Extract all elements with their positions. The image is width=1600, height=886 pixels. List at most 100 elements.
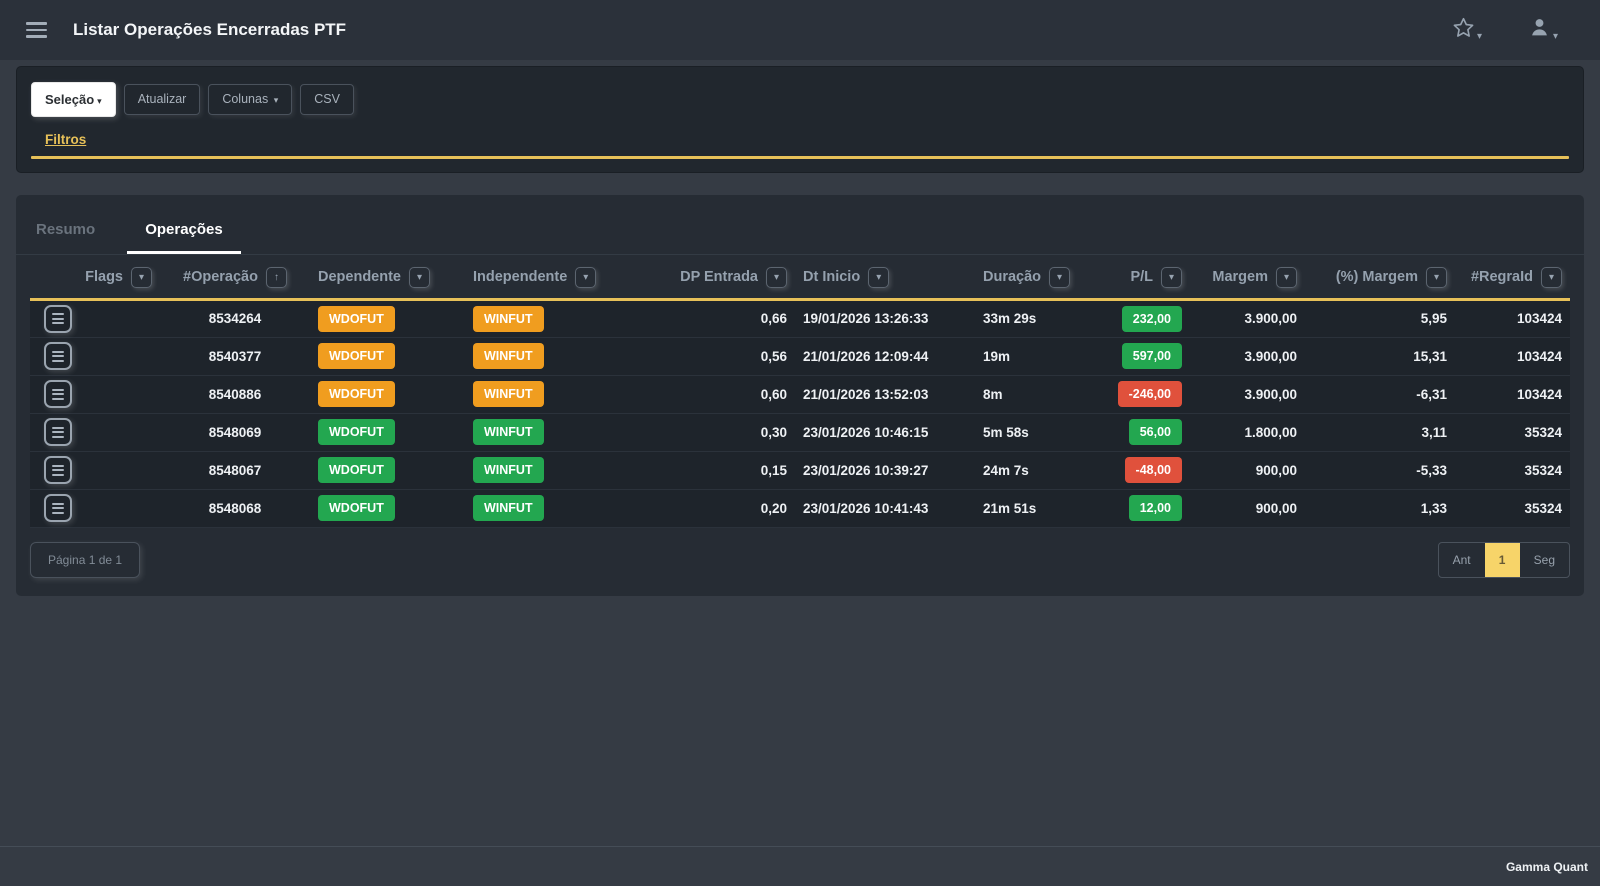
col-header-regraid: #RegraId [1470,269,1533,285]
favorites-dropdown[interactable]: ▾ [1452,16,1482,44]
pct_margem-cell: 1,33 [1305,489,1455,528]
dependente-badge: WDOFUT [318,419,395,445]
tab-resumo[interactable]: Resumo [34,215,97,254]
pct_margem-cell: 5,95 [1305,299,1455,338]
col-header-independente: Independente [473,269,568,285]
col-header-duracao: Duração [983,269,1042,285]
table-row: 8540886 WDOFUT WINFUT 0,60 21/01/2026 13:52:… [30,375,1570,414]
star-icon [1452,16,1475,44]
duracao-cell: 5m 58s [975,413,1090,452]
row-actions-button[interactable] [44,494,72,522]
operations-panel: Resumo Operações Flags ▾ #Operação ↑ Depende… [16,194,1584,596]
dp_entrada-cell: 0,66 [630,299,795,338]
top-navbar: Listar Operações Encerradas PTF ▾ ▾ [0,0,1600,60]
row-actions-button[interactable] [44,380,72,408]
atualizar-button[interactable]: Atualizar [123,84,201,115]
filter-dropdown-button-pl[interactable]: ▾ [1161,266,1182,288]
pct_margem-cell: -5,33 [1305,451,1455,490]
duracao-cell: 24m 7s [975,451,1090,490]
dependente-badge: WDOFUT [318,381,395,407]
operacao-cell: 8548067 [160,451,310,490]
pagination-prev-button[interactable]: Ant [1439,543,1485,577]
pagination-next-button[interactable]: Seg [1520,543,1569,577]
filtros-link[interactable]: Filtros [45,132,86,147]
pct_margem-cell: 3,11 [1305,413,1455,452]
regraid-cell: 103424 [1455,337,1570,376]
tab-operacoes[interactable]: Operações [127,215,241,254]
dp_entrada-cell: 0,60 [630,375,795,414]
filter-dropdown-button-dt_inicio[interactable]: ▾ [868,266,890,288]
dp_entrada-cell: 0,30 [630,413,795,452]
selecao-dropdown-button[interactable]: Seleção ▾ [31,82,116,117]
list-icon [52,350,64,353]
dependente-badge: WDOFUT [318,305,395,332]
filter-dropdown-button-duracao[interactable]: ▾ [1049,266,1071,288]
row-actions-button[interactable] [44,456,72,484]
col-header-dt_inicio: Dt Inicio [803,269,861,285]
pagination-page-1-button[interactable]: 1 [1484,542,1520,577]
independente-badge: WINFUT [473,419,544,445]
sort-asc-button-operacao[interactable]: ↑ [265,266,287,288]
filter-dropdown-button-flags[interactable]: ▾ [131,266,152,288]
colunas-dropdown-button[interactable]: Colunas ▾ [208,84,293,115]
dp_entrada-cell: 0,56 [630,337,795,376]
filter-dropdown-button-regraid[interactable]: ▾ [1541,266,1562,288]
operacao-cell: 8534264 [160,299,310,338]
user-menu-dropdown[interactable]: ▾ [1528,16,1558,44]
chevron-down-icon: ▾ [271,95,279,106]
dt_inicio-cell: 19/01/2026 13:26:33 [795,299,975,338]
list-icon [52,313,64,315]
csv-button[interactable]: CSV [300,84,354,115]
table-footer: Página 1 de 1 Ant 1 Seg [16,528,1584,596]
dt_inicio-cell: 23/01/2026 10:46:15 [795,413,975,452]
row-actions-button[interactable] [44,418,72,446]
duracao-cell: 21m 51s [975,489,1090,528]
page-title: Listar Operações Encerradas PTF [73,20,347,39]
table-row: 8548068 WDOFUT WINFUT 0,20 23/01/2026 10:41:… [30,489,1570,528]
dependente-badge: WDOFUT [318,343,395,369]
duracao-cell: 8m [975,375,1090,414]
pl-badge: -246,00 [1117,381,1182,407]
pl-badge: -48,00 [1124,457,1182,483]
operacao-cell: 8548069 [160,413,310,452]
pct_margem-cell: -6,31 [1305,375,1455,414]
duracao-cell: 19m [975,337,1090,376]
margem-cell: 900,00 [1190,451,1305,490]
col-header-dp_entrada: DP Entrada [680,269,758,285]
filter-dropdown-button-margem[interactable]: ▾ [1276,266,1297,288]
col-header-dependente: Dependente [318,269,401,285]
col-header-margem: Margem [1212,269,1268,285]
dt_inicio-cell: 21/01/2026 13:52:03 [795,375,975,414]
filter-dropdown-button-independente[interactable]: ▾ [575,266,597,288]
user-icon [1528,16,1551,44]
table-row: 8548069 WDOFUT WINFUT 0,30 23/01/2026 10:46:… [30,413,1570,452]
chevron-down-icon: ▾ [1552,31,1558,42]
filter-dropdown-button-dp_entrada[interactable]: ▾ [766,266,787,288]
col-header-pct_margem: (%) Margem [1335,269,1418,285]
filter-dropdown-button-dependente[interactable]: ▾ [409,266,430,288]
margem-cell: 1.800,00 [1190,413,1305,452]
duracao-cell: 33m 29s [975,299,1090,338]
row-actions-button[interactable] [44,342,72,370]
dp_entrada-cell: 0,15 [630,451,795,490]
operacao-cell: 8540377 [160,337,310,376]
pl-badge: 232,00 [1121,305,1182,332]
brand-label: Gamma Quant [1505,859,1588,874]
page-info-button[interactable]: Página 1 de 1 [30,541,141,578]
col-header-flags: Flags [85,269,123,285]
chevron-down-icon: ▾ [97,96,102,106]
margem-cell: 900,00 [1190,489,1305,528]
dp_entrada-cell: 0,20 [630,489,795,528]
table-row: 8534264 WDOFUT WINFUT 0,66 19/01/2026 13:26:… [30,299,1570,338]
pct_margem-cell: 15,31 [1305,337,1455,376]
row-actions-button[interactable] [44,304,72,333]
table-row: 8548067 WDOFUT WINFUT 0,15 23/01/2026 10:39:… [30,451,1570,490]
menu-icon[interactable] [26,22,47,38]
independente-badge: WINFUT [473,305,544,332]
dt_inicio-cell: 23/01/2026 10:39:27 [795,451,975,490]
dt_inicio-cell: 23/01/2026 10:41:43 [795,489,975,528]
gold-divider [31,156,1569,159]
filter-dropdown-button-pct_margem[interactable]: ▾ [1426,266,1447,288]
list-icon [52,464,64,467]
pl-badge: 12,00 [1128,495,1182,521]
